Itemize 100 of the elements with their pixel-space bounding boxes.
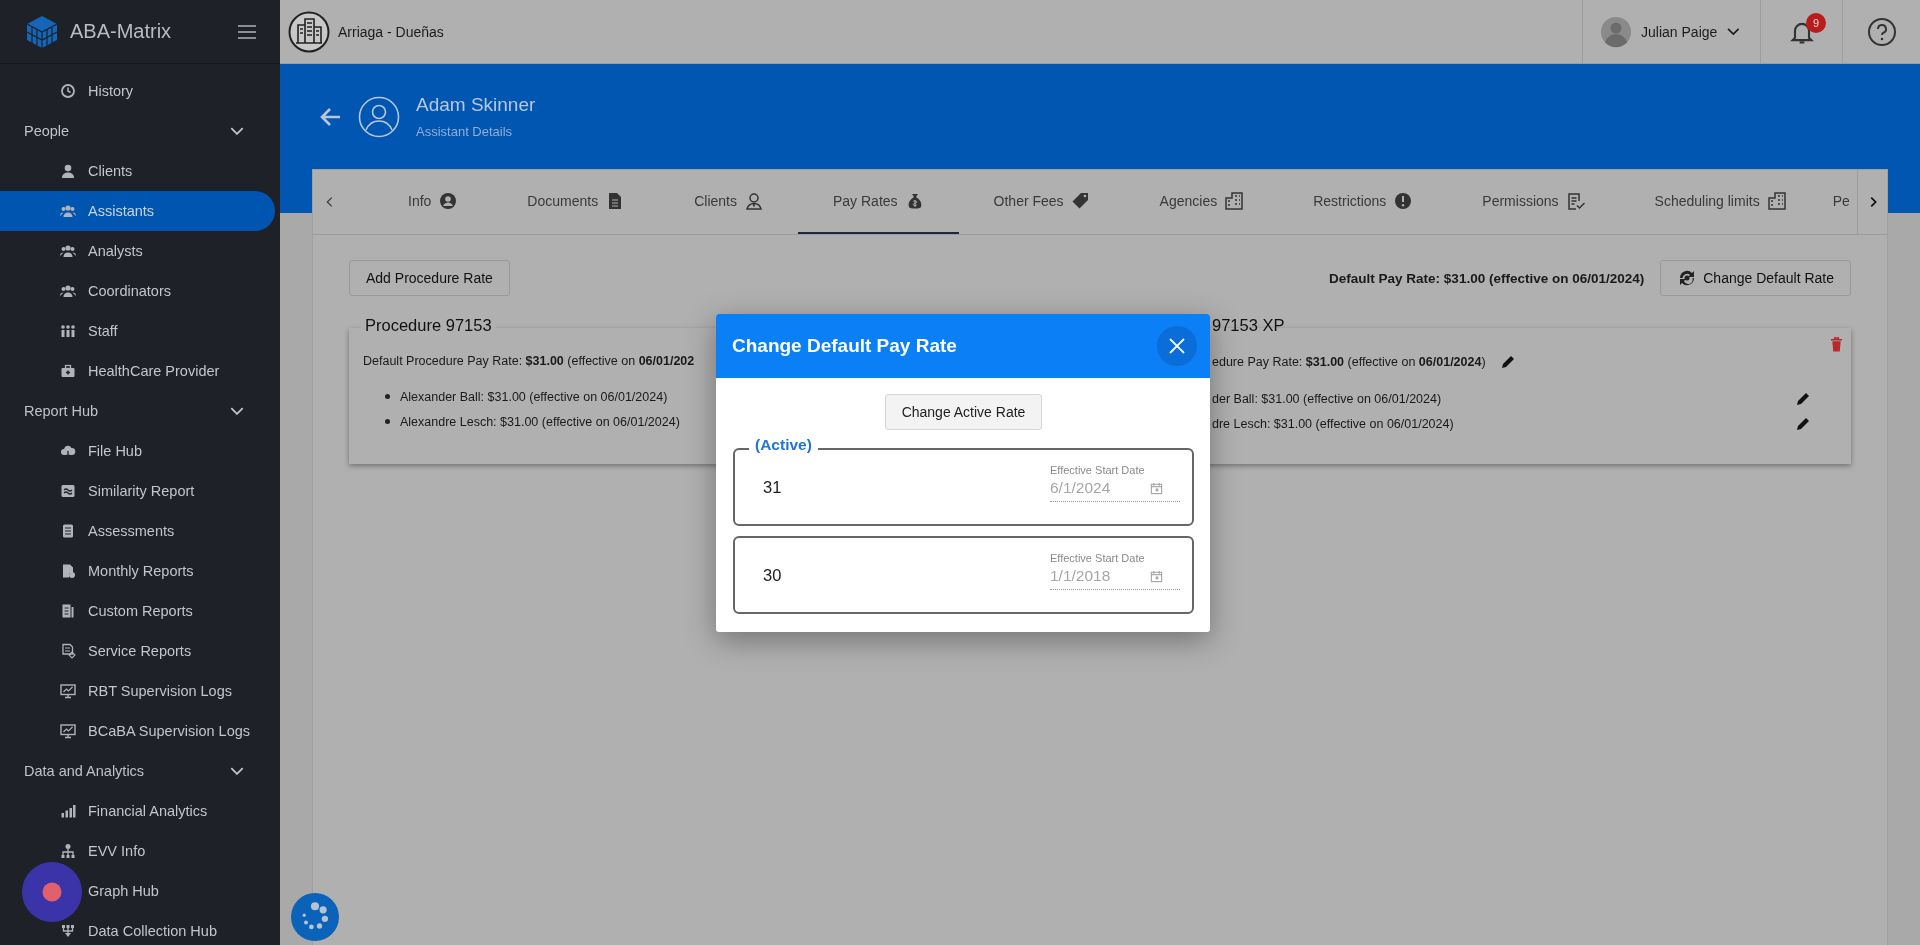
tag-icon [1071, 192, 1090, 210]
record-dot-icon [42, 882, 62, 902]
help-icon [1866, 16, 1897, 47]
sidebar-item[interactable]: RBT Supervision Logs [0, 671, 275, 711]
default-pay-rate-text: Default Pay Rate: $31.00 (effective on 06/01/2024) [1329, 270, 1645, 286]
people-icon [60, 243, 76, 259]
default-procedure-rate-text: edure Pay Rate: $31.00 (effective on 06/01/2024) [1212, 355, 1486, 369]
add-procedure-rate-button[interactable]: Add Procedure Rate [349, 260, 510, 296]
chevron-icon [230, 407, 244, 415]
assistant-rate-text: der Ball: $31.00 (effective on 06/01/2024) [1212, 391, 1442, 406]
clock-icon [60, 83, 76, 99]
sidebar-group-header[interactable]: People [0, 111, 280, 151]
assistant-rate-text: Alexandre Lesch: $31.00 (effective on 06/01/2024) [400, 414, 680, 429]
pencil-icon [1795, 390, 1811, 407]
building-icon [1225, 192, 1244, 210]
edit-button[interactable] [1795, 390, 1811, 407]
bullet-icon [385, 419, 390, 424]
date-label: Effective Start Date [1050, 552, 1146, 564]
sidebar-item[interactable]: Similarity Report [0, 471, 275, 511]
sidebar-item[interactable]: Data Collection Hub [0, 911, 275, 945]
sidebar-item[interactable]: Analysts [0, 231, 275, 271]
trash-icon [1830, 337, 1843, 352]
alert-circle-icon [1394, 192, 1413, 210]
monitor-chart-icon [60, 683, 76, 699]
tab[interactable]: Permissions [1447, 170, 1620, 234]
pencil-icon [1795, 415, 1811, 432]
rate-input[interactable]: 30 [763, 565, 823, 585]
page-subtitle: Assistant Details [416, 124, 514, 139]
tab[interactable]: Scheduling limits [1619, 170, 1821, 234]
rate-input[interactable]: 31 [763, 477, 823, 497]
chevron-icon [1727, 27, 1740, 36]
document-icon [60, 603, 76, 619]
chevron-icon [230, 127, 244, 135]
people-icon [60, 283, 76, 299]
building-logo-icon [288, 10, 330, 53]
tab[interactable]: Other Fees [958, 170, 1125, 234]
people-icon [60, 323, 76, 339]
tab[interactable]: Agencies [1124, 170, 1279, 234]
notifications-button[interactable]: 9 [1760, 0, 1842, 64]
edit-button[interactable] [1499, 354, 1516, 370]
calendar-icon [1150, 481, 1163, 495]
tab[interactable]: Documents [492, 170, 660, 234]
data-hub-icon [60, 923, 76, 939]
people-icon [60, 203, 76, 219]
edit-button[interactable] [1795, 415, 1811, 432]
tab[interactable]: Pe [1820, 170, 1854, 234]
sidebar-item[interactable]: History [0, 71, 275, 111]
sidebar-item[interactable]: Monthly Reports [0, 551, 275, 591]
delete-button[interactable] [1830, 337, 1843, 352]
sidebar-item[interactable]: Service Reports [0, 631, 275, 671]
sidebar-item[interactable]: Assistants [0, 191, 275, 231]
tab[interactable]: Info [346, 170, 493, 234]
sidebar-item[interactable]: EVV Info [0, 831, 275, 871]
menu-icon [238, 24, 256, 39]
assistant-name: Adam Skinner [416, 94, 536, 116]
document-icon [60, 643, 76, 659]
tab[interactable]: Clients [659, 170, 798, 234]
change-default-rate-button[interactable]: Change Default Rate [1660, 260, 1851, 296]
back-arrow-icon [320, 106, 342, 127]
person-icon [744, 192, 763, 210]
calendar-icon [1150, 569, 1163, 583]
sidebar-item[interactable]: Assessments [0, 511, 275, 551]
active-label: (Active) [749, 436, 818, 454]
sidebar-group-header[interactable]: Report Hub [0, 391, 280, 431]
notification-badge: 9 [1806, 12, 1826, 33]
bar-chart-icon [60, 803, 76, 819]
procedure-title: 97153 XP [1211, 316, 1286, 335]
sidebar-item[interactable]: Clients [0, 151, 275, 191]
sidebar-item[interactable]: Staff [0, 311, 275, 351]
monitor-chart-icon [60, 723, 76, 739]
sidebar-item[interactable]: File Hub [0, 431, 275, 471]
company-name: Arriaga - Dueñas [338, 23, 444, 40]
user-menu[interactable]: Julian Paige [1582, 0, 1760, 64]
sidebar-item[interactable]: Financial Analytics [0, 791, 275, 831]
person-avatar-icon [358, 95, 400, 138]
sidebar-item[interactable]: Custom Reports [0, 591, 275, 631]
close-button[interactable] [1157, 326, 1197, 366]
sidebar-group-header[interactable]: Data and Analytics [0, 751, 280, 791]
building-icon [1767, 192, 1786, 210]
bullet-icon [385, 394, 390, 399]
menu-button[interactable] [238, 24, 256, 39]
tab[interactable]: Pay Rates [797, 170, 959, 234]
chevron-icon [230, 767, 244, 775]
assistant-rate-text: dre Lesch: $31.00 (effective on 06/01/2024) [1212, 416, 1454, 431]
date-label: Effective Start Date [1050, 464, 1146, 476]
tab[interactable]: Restrictions [1278, 170, 1448, 234]
waves-icon [60, 483, 76, 499]
change-active-rate-button[interactable]: Change Active Rate [884, 394, 1043, 430]
sidebar-item[interactable]: Coordinators [0, 271, 275, 311]
app-name: ABA-Matrix [70, 20, 173, 43]
sidebar-item[interactable]: BCaBA Supervision Logs [0, 711, 275, 751]
sidebar-item[interactable]: HealthCare Provider [0, 351, 275, 391]
clipboard-icon [60, 523, 76, 539]
back-button[interactable] [320, 106, 342, 127]
medical-kit-icon [60, 363, 76, 379]
hierarchy-icon [60, 843, 76, 859]
default-procedure-rate-text: Default Procedure Pay Rate: $31.00 (effective on 06/01/202 [363, 354, 695, 368]
person-icon [60, 163, 76, 179]
close-icon [1168, 337, 1186, 355]
pencil-icon [1499, 354, 1516, 370]
